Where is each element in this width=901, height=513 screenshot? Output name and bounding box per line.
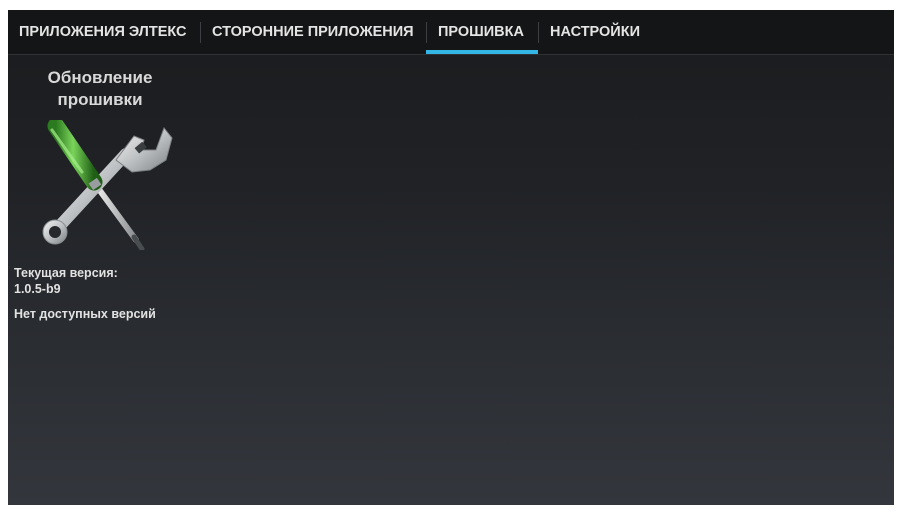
tab-eltex-apps[interactable]: ПРИЛОЖЕНИЯ ЭЛТЕКС — [19, 10, 187, 54]
title-line-1: Обновление — [47, 68, 153, 87]
active-tab-indicator — [426, 50, 538, 54]
tab-settings[interactable]: НАСТРОЙКИ — [550, 10, 640, 54]
tab-bar: ПРИЛОЖЕНИЯ ЭЛТЕКС СТОРОННИЕ ПРИЛОЖЕНИЯ П… — [8, 10, 894, 55]
firmware-update-tile[interactable]: Обновление прошивки — [30, 67, 173, 257]
current-version-label: Текущая версия: — [14, 266, 118, 280]
tab-divider — [200, 22, 201, 43]
tab-divider — [426, 22, 427, 43]
tools-icon — [42, 120, 173, 250]
title-line-2: прошивки — [57, 90, 143, 109]
tab-third-party-apps[interactable]: СТОРОННИЕ ПРИЛОЖЕНИЯ — [212, 10, 414, 54]
firmware-update-title: Обновление прошивки — [30, 67, 170, 111]
current-version-value: 1.0.5-b9 — [14, 282, 61, 296]
update-status-text: Нет доступных версий — [14, 307, 156, 321]
tab-firmware[interactable]: ПРОШИВКА — [438, 10, 524, 54]
app-window: ПРИЛОЖЕНИЯ ЭЛТЕКС СТОРОННИЕ ПРИЛОЖЕНИЯ П… — [8, 10, 894, 505]
tab-divider — [538, 22, 539, 43]
